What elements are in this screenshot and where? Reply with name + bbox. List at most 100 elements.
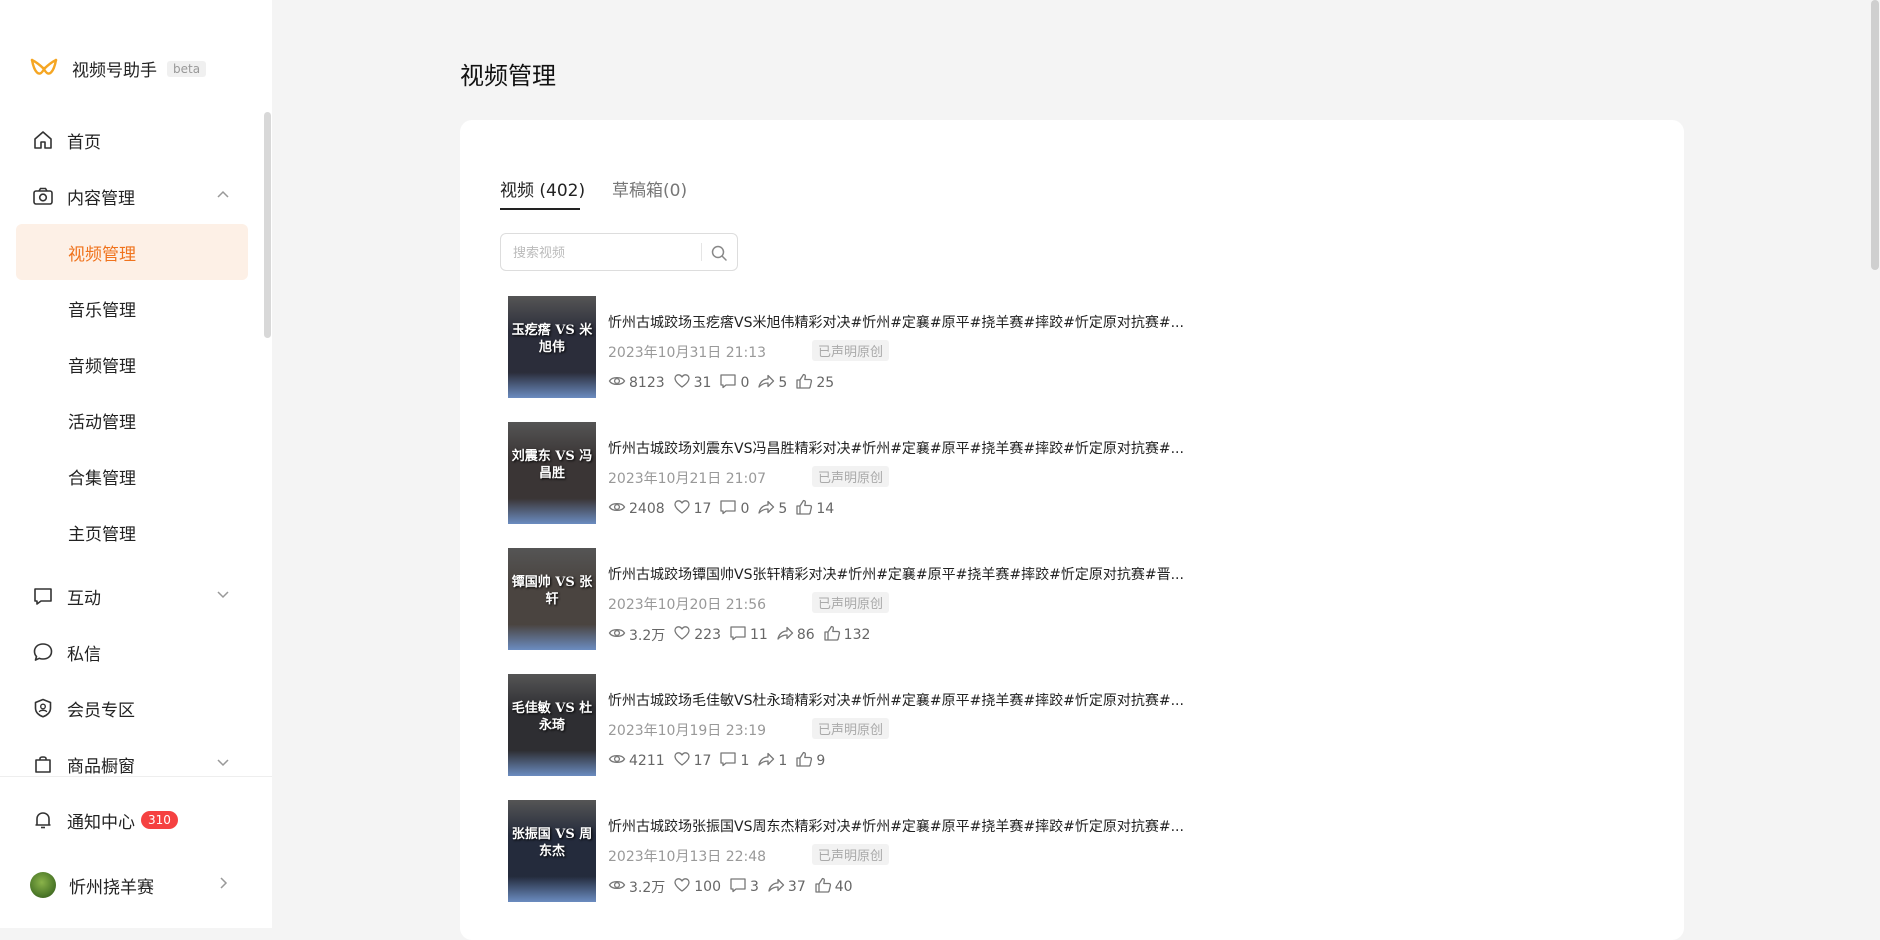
notification-center[interactable]: 通知中心 310 bbox=[16, 793, 248, 847]
thumbnail-caption: 玉疙瘩 VS 米旭伟 bbox=[511, 323, 593, 355]
video-thumbnail[interactable]: 张振国 VS 周东杰 bbox=[508, 800, 596, 902]
sidebar-item-label: 内容管理 bbox=[67, 188, 135, 209]
video-date: 2023年10月13日 22:48 bbox=[608, 849, 767, 865]
original-badge: 已声明原创 bbox=[812, 592, 890, 613]
video-title[interactable]: 忻州古城跤场张振国VS周东杰精彩对决#忻州#定襄#原平#挠羊赛#摔跤#忻定原对抗… bbox=[608, 816, 1184, 836]
sidebar-item-message[interactable]: 私信 bbox=[16, 625, 248, 679]
video-title[interactable]: 忻州古城跤场刘震东VS冯昌胜精彩对决#忻州#定襄#原平#挠羊赛#摔跤#忻定原对抗… bbox=[608, 438, 1184, 458]
thumbs-up-icon bbox=[823, 624, 844, 646]
video-stats: 8123 31 0 5 25 bbox=[608, 372, 842, 394]
sidebar-item-label: 合集管理 bbox=[68, 468, 136, 489]
heart-icon bbox=[673, 750, 694, 772]
video-thumbnail[interactable]: 玉疙瘩 VS 米旭伟 bbox=[508, 296, 596, 398]
share-icon bbox=[757, 750, 778, 772]
like-count-value: 223 bbox=[694, 627, 721, 643]
like-count: 17 bbox=[673, 498, 712, 520]
sidebar-item-home[interactable]: 首页 bbox=[16, 113, 248, 167]
search-icon[interactable] bbox=[709, 243, 729, 263]
thumbs-up-count: 40 bbox=[814, 876, 853, 898]
page-scrollbar[interactable] bbox=[1871, 0, 1879, 270]
eye-icon bbox=[608, 624, 629, 646]
user-account[interactable]: 忻州挠羊赛 bbox=[16, 858, 248, 912]
eye-icon bbox=[608, 372, 629, 394]
original-badge: 已声明原创 bbox=[812, 718, 890, 739]
thumbs-up-count-value: 40 bbox=[834, 879, 853, 895]
beta-badge: beta bbox=[167, 60, 207, 77]
share-count: 86 bbox=[776, 624, 815, 646]
shopping-bag-icon bbox=[32, 753, 54, 775]
share-count: 1 bbox=[757, 750, 787, 772]
chevron-down-icon bbox=[217, 591, 229, 599]
video-title[interactable]: 忻州古城跤场毛佳敏VS杜永琦精彩对决#忻州#定襄#原平#挠羊赛#摔跤#忻定原对抗… bbox=[608, 690, 1184, 710]
comment-count-value: 0 bbox=[740, 501, 750, 517]
sidebar-item-label: 音乐管理 bbox=[68, 300, 136, 321]
sidebar-item-label: 首页 bbox=[67, 132, 101, 153]
brand[interactable]: 视频号助手 beta bbox=[30, 56, 207, 81]
home-icon bbox=[32, 129, 54, 151]
comment-count: 1 bbox=[719, 750, 749, 772]
search-input[interactable] bbox=[511, 242, 705, 264]
sidebar: 视频号助手 beta 首页 内容管理 视频管理 音乐管理 音频管理 活动管理 合… bbox=[0, 0, 272, 928]
sidebar-item-music[interactable]: 音乐管理 bbox=[16, 280, 248, 336]
share-icon bbox=[757, 372, 778, 394]
view-count-value: 8123 bbox=[629, 375, 665, 391]
tab-drafts[interactable]: 草稿箱(0) bbox=[612, 176, 687, 201]
sidebar-item-member[interactable]: 会员专区 bbox=[16, 681, 248, 735]
original-badge: 已声明原创 bbox=[812, 340, 890, 361]
thumbs-up-icon bbox=[795, 750, 816, 772]
bell-icon bbox=[32, 809, 54, 831]
eye-icon bbox=[608, 750, 629, 772]
notification-label: 通知中心 bbox=[67, 812, 135, 833]
comment-icon bbox=[729, 876, 750, 898]
video-list-card: 视频 (402) 草稿箱(0) 玉疙瘩 VS 米旭伟忻州古城跤场玉疙瘩VS米旭伟… bbox=[460, 120, 1684, 940]
video-title[interactable]: 忻州古城跤场玉疙瘩VS米旭伟精彩对决#忻州#定襄#原平#挠羊赛#摔跤#忻定原对抗… bbox=[608, 312, 1184, 332]
sidebar-item-activity[interactable]: 活动管理 bbox=[16, 392, 248, 448]
view-count: 2408 bbox=[608, 498, 665, 520]
sidebar-item-interact[interactable]: 互动 bbox=[16, 569, 248, 623]
sidebar-item-homepage[interactable]: 主页管理 bbox=[16, 504, 248, 560]
channels-logo-icon bbox=[30, 58, 58, 75]
camera-icon bbox=[32, 185, 54, 207]
comment-icon bbox=[719, 750, 740, 772]
video-thumbnail[interactable]: 刘震东 VS 冯昌胜 bbox=[508, 422, 596, 524]
table-row[interactable]: 刘震东 VS 冯昌胜 忻州古城跤场刘震东VS冯昌胜精彩对决#忻州#定襄#原平#挠羊… bbox=[508, 422, 1308, 524]
like-count: 17 bbox=[673, 750, 711, 772]
comment-icon bbox=[719, 372, 740, 394]
video-stats: 3.2万 100 3 37 40 bbox=[608, 876, 861, 898]
sidebar-item-label: 视频管理 bbox=[68, 244, 136, 265]
sidebar-item-video[interactable]: 视频管理 bbox=[16, 224, 248, 280]
table-row[interactable]: 张振国 VS 周东杰 忻州古城跤场张振国VS周东杰精彩对决#忻州#定襄#原平#挠羊… bbox=[508, 800, 1308, 902]
active-tab-indicator bbox=[500, 208, 580, 210]
like-count: 100 bbox=[673, 876, 721, 898]
sidebar-item-shop[interactable]: 商品橱窗 bbox=[16, 737, 248, 791]
brand-name: 视频号助手 bbox=[72, 61, 157, 81]
sidebar-item-content[interactable]: 内容管理 bbox=[16, 169, 248, 223]
table-row[interactable]: 玉疙瘩 VS 米旭伟 忻州古城跤场玉疙瘩VS米旭伟精彩对决#忻州#定襄#原平#挠羊… bbox=[508, 296, 1308, 398]
video-date: 2023年10月20日 21:56 bbox=[608, 597, 767, 613]
sidebar-item-audio[interactable]: 音频管理 bbox=[16, 336, 248, 392]
search-box bbox=[500, 233, 738, 271]
like-count-value: 100 bbox=[694, 879, 721, 895]
view-count: 3.2万 bbox=[608, 876, 665, 898]
like-count-value: 17 bbox=[693, 501, 712, 517]
share-count-value: 86 bbox=[796, 627, 815, 643]
chevron-right-icon bbox=[220, 877, 228, 889]
table-row[interactable]: 毛佳敏 VS 杜永琦 忻州古城跤场毛佳敏VS杜永琦精彩对决#忻州#定襄#原平#挠羊… bbox=[508, 674, 1308, 776]
view-count-value: 2408 bbox=[629, 501, 665, 517]
video-title[interactable]: 忻州古城跤场镡国帅VS张轩精彩对决#忻州#定襄#原平#挠羊赛#摔跤#忻定原对抗赛… bbox=[608, 564, 1184, 584]
comment-count: 0 bbox=[719, 372, 749, 394]
video-date: 2023年10月19日 23:19 bbox=[608, 723, 767, 739]
thumbs-up-count: 25 bbox=[795, 372, 834, 394]
sidebar-scrollbar[interactable] bbox=[264, 112, 271, 338]
avatar bbox=[30, 872, 56, 898]
table-row[interactable]: 镡国帅 VS 张轩 忻州古城跤场镡国帅VS张轩精彩对决#忻州#定襄#原平#挠羊赛#… bbox=[508, 548, 1308, 650]
like-count: 223 bbox=[673, 624, 721, 646]
sidebar-divider bbox=[0, 776, 272, 777]
notification-count-badge: 310 bbox=[141, 811, 178, 829]
video-thumbnail[interactable]: 镡国帅 VS 张轩 bbox=[508, 548, 596, 650]
video-thumbnail[interactable]: 毛佳敏 VS 杜永琦 bbox=[508, 674, 596, 776]
sidebar-item-label: 商品橱窗 bbox=[67, 756, 135, 777]
thumbnail-caption: 张振国 VS 周东杰 bbox=[511, 827, 593, 859]
sidebar-item-collection[interactable]: 合集管理 bbox=[16, 448, 248, 504]
tab-videos[interactable]: 视频 (402) bbox=[500, 176, 585, 201]
